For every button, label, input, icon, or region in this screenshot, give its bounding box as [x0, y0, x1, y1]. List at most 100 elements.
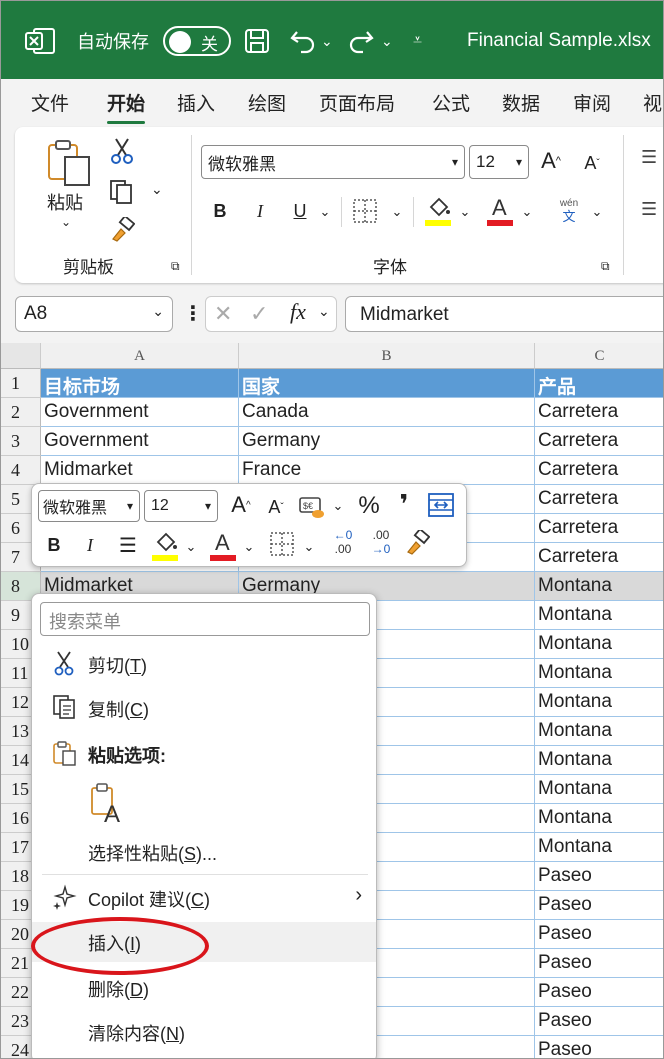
row-header[interactable]: 3	[1, 427, 41, 456]
mini-grow-font-icon[interactable]: A ^	[226, 488, 256, 522]
table-cell[interactable]: Carretera	[535, 398, 663, 427]
enter-icon[interactable]: ✓	[250, 301, 268, 327]
column-header-b[interactable]: B	[239, 343, 535, 369]
copy-dropdown-icon[interactable]: ⌄	[151, 181, 163, 198]
tab-draw[interactable]: 绘图	[248, 89, 286, 116]
table-cell[interactable]: France	[239, 456, 535, 485]
mini-font-size-combo[interactable]: 12 ▾	[144, 490, 218, 522]
shrink-font-icon[interactable]: Aˇ	[577, 145, 607, 181]
menu-item-copy[interactable]: 复制(C)	[32, 688, 376, 728]
table-cell[interactable]: Montana	[535, 775, 663, 804]
fill-color-dropdown-icon[interactable]: ⌄	[455, 197, 475, 227]
paste-icon[interactable]	[45, 137, 95, 187]
menu-item-cut[interactable]: 剪切(T)	[32, 644, 376, 684]
tab-file[interactable]: 文件	[31, 89, 69, 116]
mini-align-center-icon[interactable]: ☰	[114, 530, 142, 560]
wrap-merge-icon[interactable]	[426, 490, 458, 520]
table-cell[interactable]: Paseo	[535, 920, 663, 949]
mini-fill-dropdown-icon[interactable]: ⌄	[182, 532, 200, 562]
italic-button[interactable]: I	[247, 195, 273, 227]
table-cell[interactable]: Paseo	[535, 862, 663, 891]
mini-borders-dropdown-icon[interactable]: ⌄	[300, 532, 318, 562]
font-color-dropdown-icon[interactable]: ⌄	[517, 197, 537, 227]
tab-insert[interactable]: 插入	[177, 89, 215, 116]
table-cell[interactable]: Paseo	[535, 891, 663, 920]
table-cell[interactable]: Montana	[535, 572, 663, 601]
autosave-toggle[interactable]: 关	[163, 26, 231, 56]
borders-dropdown-icon[interactable]: ⌄	[387, 197, 407, 227]
name-box[interactable]: A8 ⌄	[15, 296, 173, 332]
copy-icon[interactable]	[109, 179, 135, 205]
mini-font-color-icon[interactable]: A	[208, 528, 238, 562]
customize-toolbar-icon[interactable]: ⩡	[413, 23, 422, 59]
table-cell[interactable]: Carretera	[535, 427, 663, 456]
table-cell[interactable]: Carretera	[535, 456, 663, 485]
table-cell[interactable]: Government	[41, 398, 239, 427]
clipboard-launcher-icon[interactable]: ⧉	[171, 259, 180, 274]
table-cell[interactable]: Midmarket	[41, 456, 239, 485]
percent-style-button[interactable]: %	[354, 490, 384, 522]
format-painter-icon[interactable]	[109, 214, 136, 243]
mini-borders-icon[interactable]	[268, 530, 298, 560]
mini-bold-button[interactable]: B	[42, 530, 66, 560]
menu-item-clear-contents[interactable]: 清除内容(N)	[32, 1012, 376, 1052]
menu-item-copilot[interactable]: Copilot 建议(C) ›	[32, 878, 376, 918]
mini-italic-button[interactable]: I	[78, 530, 102, 560]
paste-button-label[interactable]: 粘贴	[47, 189, 83, 215]
table-cell[interactable]: Montana	[535, 688, 663, 717]
undo-dropdown-icon[interactable]: ⌄	[321, 23, 333, 59]
insert-function-icon[interactable]: fx	[290, 299, 306, 325]
cancel-icon[interactable]: ✕	[214, 301, 232, 327]
bold-button[interactable]: B	[207, 195, 233, 227]
underline-button[interactable]: U	[287, 195, 313, 227]
mini-font-color-dropdown-icon[interactable]: ⌄	[240, 532, 258, 562]
tab-page-layout[interactable]: 页面布局	[319, 89, 395, 116]
phonetic-guide-icon[interactable]: wén 文	[553, 197, 585, 227]
save-icon[interactable]	[243, 23, 273, 59]
undo-icon[interactable]	[289, 23, 319, 59]
table-cell[interactable]: Carretera	[535, 543, 663, 572]
paste-dropdown-icon[interactable]: ⌄	[61, 215, 71, 229]
select-all-corner[interactable]	[1, 343, 41, 369]
table-cell[interactable]: Montana	[535, 717, 663, 746]
table-cell[interactable]: Government	[41, 427, 239, 456]
table-cell[interactable]: Carretera	[535, 485, 663, 514]
header-cell[interactable]: 国家	[239, 369, 535, 398]
table-cell[interactable]: Montana	[535, 659, 663, 688]
table-cell[interactable]: Montana	[535, 746, 663, 775]
tab-view[interactable]: 视	[643, 89, 662, 116]
table-cell[interactable]: Montana	[535, 630, 663, 659]
menu-search-input[interactable]: 搜索菜单	[40, 602, 370, 636]
align-left-icon[interactable]: ☰	[641, 199, 657, 220]
font-launcher-icon[interactable]: ⧉	[601, 259, 610, 274]
font-name-combo[interactable]: 微软雅黑 ▾	[201, 145, 465, 179]
table-cell[interactable]: Paseo	[535, 1036, 663, 1058]
redo-icon[interactable]	[347, 23, 377, 59]
decrease-decimal-icon[interactable]: .00 →0	[364, 528, 398, 562]
tab-formulas[interactable]: 公式	[432, 89, 470, 116]
mini-format-painter-icon[interactable]	[404, 527, 432, 558]
header-cell[interactable]: 目标市场	[41, 369, 239, 398]
row-header[interactable]: 4	[1, 456, 41, 485]
increase-decimal-icon[interactable]: ←0 .00	[326, 528, 360, 562]
grow-font-icon[interactable]: A ^	[535, 143, 567, 179]
accounting-format-icon[interactable]: $€	[298, 492, 326, 520]
table-cell[interactable]: Canada	[239, 398, 535, 427]
menu-item-delete[interactable]: 删除(D)	[32, 968, 376, 1008]
more-options-icon[interactable]: ⋮	[183, 301, 203, 326]
tab-data[interactable]: 数据	[502, 89, 540, 116]
accounting-dropdown-icon[interactable]: ⌄	[330, 492, 346, 520]
table-cell[interactable]: Germany	[239, 427, 535, 456]
header-cell[interactable]: 产品	[535, 369, 663, 398]
table-cell[interactable]: Paseo	[535, 949, 663, 978]
comma-style-button[interactable]: ❜	[394, 488, 414, 520]
mini-fill-color-icon[interactable]	[150, 528, 180, 562]
row-header[interactable]: 1	[1, 369, 41, 398]
font-size-combo[interactable]: 12 ▾	[469, 145, 529, 179]
chevron-down-icon[interactable]: ⌄	[318, 303, 330, 320]
table-cell[interactable]: Montana	[535, 601, 663, 630]
table-cell[interactable]: Montana	[535, 804, 663, 833]
cut-icon[interactable]	[109, 137, 135, 165]
table-cell[interactable]: Paseo	[535, 1007, 663, 1036]
underline-dropdown-icon[interactable]: ⌄	[315, 197, 335, 227]
